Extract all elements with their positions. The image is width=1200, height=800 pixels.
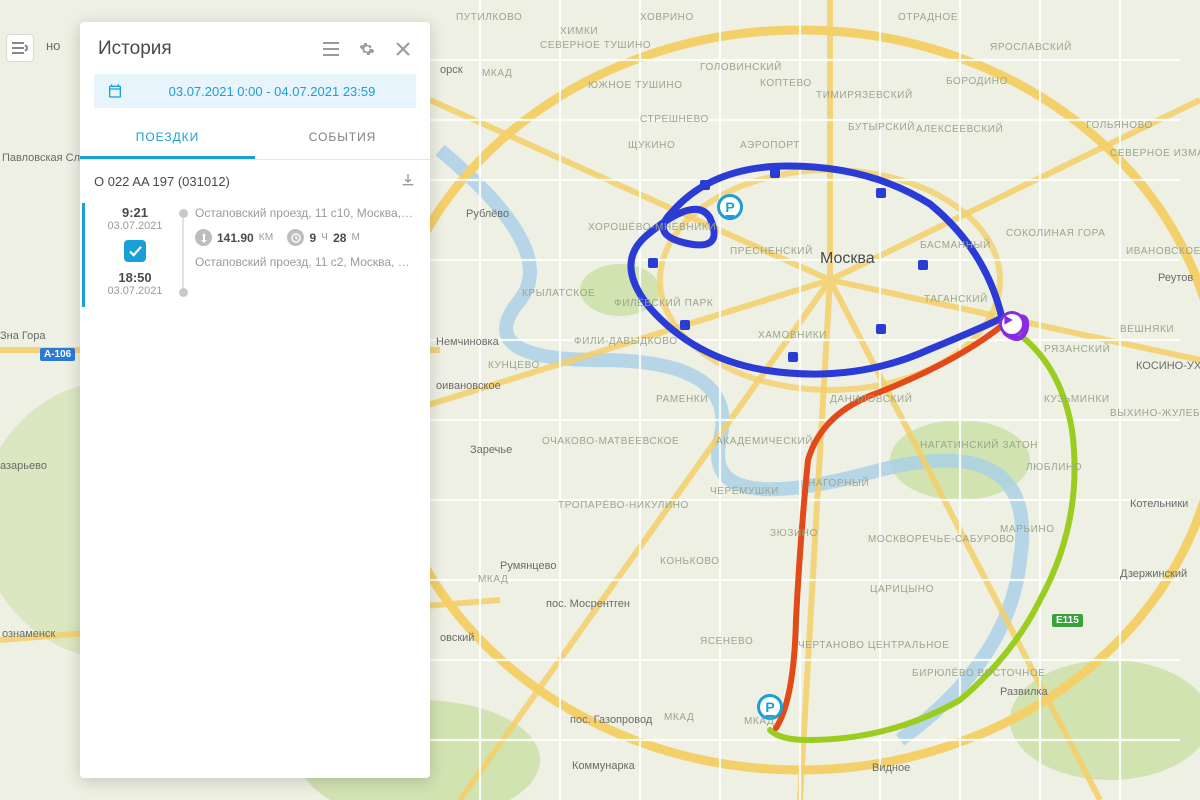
trip-selected-checkbox[interactable] [124, 240, 146, 262]
date-range-text: 03.07.2021 0:00 - 04.07.2021 23:59 [138, 84, 406, 99]
history-panel: История 03.07.2021 0:00 - 04.07.2021 23:… [80, 22, 430, 778]
trip-item[interactable]: 9:21 03.07.2021 18:50 03.07.2021 Остапов… [82, 203, 430, 307]
trip-start-address: Остаповский проезд, 11 с10, Москва, Цент… [195, 205, 416, 221]
distance-icon [195, 229, 212, 246]
trip-timeline [171, 205, 195, 297]
road-badge-a106: A-106 [40, 348, 75, 361]
collapse-sidebar-button[interactable] [6, 34, 34, 62]
road-badge-e115: E115 [1052, 614, 1083, 627]
vehicle-id: O 022 AA 197 (031012) [94, 174, 230, 189]
tab-events[interactable]: СОБЫТИЯ [255, 118, 430, 159]
download-trip-button[interactable] [400, 172, 416, 191]
duration-icon [287, 229, 304, 246]
panel-tabs: ПОЕЗДКИ СОБЫТИЯ [80, 118, 430, 160]
calendar-icon [104, 83, 126, 99]
trip-end-address: Остаповский проезд, 11 с2, Москва, Центр… [195, 254, 416, 270]
trip-header[interactable]: O 022 AA 197 (031012) [80, 160, 430, 203]
list-view-button[interactable] [318, 36, 344, 62]
trip-end-time: 18:50 03.07.2021 [107, 270, 162, 297]
settings-button[interactable] [354, 36, 380, 62]
trip-start-time: 9:21 03.07.2021 [107, 205, 162, 232]
sidebar-fragment-label: но [46, 38, 60, 53]
panel-header: История [80, 22, 430, 72]
date-range-picker[interactable]: 03.07.2021 0:00 - 04.07.2021 23:59 [94, 74, 416, 108]
panel-title: История [98, 38, 308, 60]
close-button[interactable] [390, 36, 416, 62]
tab-trips[interactable]: ПОЕЗДКИ [80, 118, 255, 159]
trip-metrics: 141.90 КМ 9Ч 28М [195, 229, 416, 246]
